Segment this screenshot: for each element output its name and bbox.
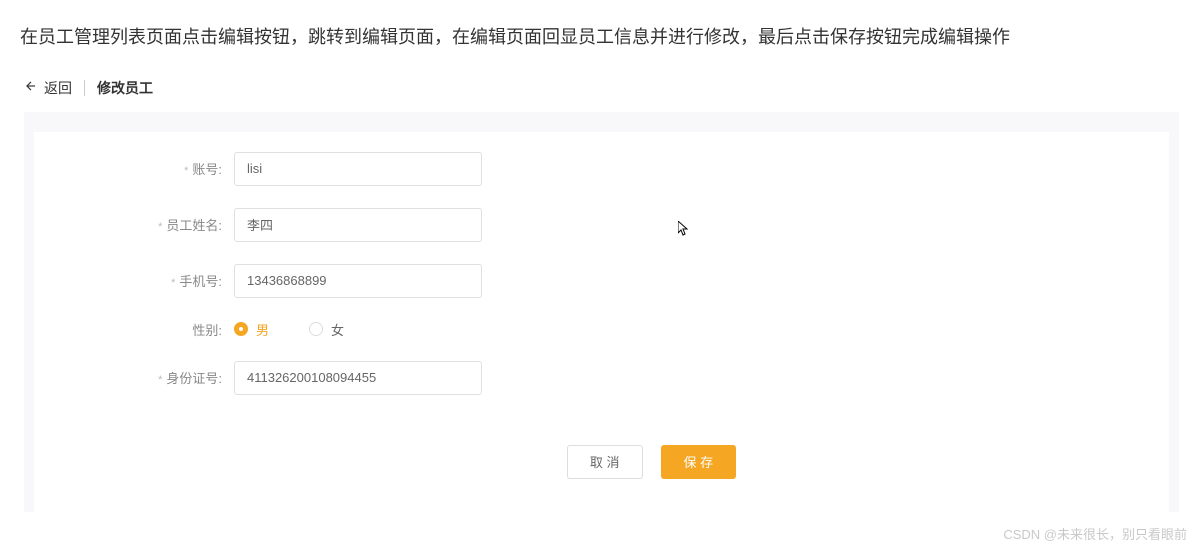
name-input[interactable] bbox=[234, 208, 482, 242]
form-row-gender: 性别: 男 女 bbox=[34, 320, 1169, 339]
page-title: 修改员工 bbox=[97, 78, 153, 98]
account-label: 账号: bbox=[34, 159, 234, 178]
form-row-idcard: 身份证号: bbox=[34, 361, 1169, 395]
form-row-name: 员工姓名: bbox=[34, 208, 1169, 242]
cancel-button[interactable]: 取 消 bbox=[567, 445, 643, 479]
radio-male-label: 男 bbox=[256, 320, 269, 339]
idcard-input[interactable] bbox=[234, 361, 482, 395]
watermark: CSDN @未来很长，别只看眼前 bbox=[1003, 524, 1187, 543]
description-text: 在员工管理列表页面点击编辑按钮，跳转到编辑页面，在编辑页面回显员工信息并进行修改… bbox=[0, 0, 1203, 68]
account-input[interactable] bbox=[234, 152, 482, 186]
divider bbox=[84, 80, 85, 96]
content-wrapper: 账号: 员工姓名: 手机号: 性别: 男 女 bbox=[24, 112, 1179, 512]
arrow-left-icon bbox=[24, 79, 38, 96]
form-row-phone: 手机号: bbox=[34, 264, 1169, 298]
radio-icon bbox=[309, 322, 323, 336]
phone-input[interactable] bbox=[234, 264, 482, 298]
radio-female-label: 女 bbox=[331, 320, 344, 339]
radio-icon bbox=[234, 322, 248, 336]
form-panel: 账号: 员工姓名: 手机号: 性别: 男 女 bbox=[34, 132, 1169, 512]
phone-label: 手机号: bbox=[34, 271, 234, 290]
name-label: 员工姓名: bbox=[34, 215, 234, 234]
header-bar: 返回 修改员工 bbox=[0, 68, 1203, 108]
radio-male[interactable]: 男 bbox=[234, 320, 269, 339]
radio-female[interactable]: 女 bbox=[309, 320, 344, 339]
gender-radio-group: 男 女 bbox=[234, 320, 482, 339]
form-row-account: 账号: bbox=[34, 152, 1169, 186]
save-button[interactable]: 保 存 bbox=[661, 445, 737, 479]
back-button[interactable]: 返回 bbox=[24, 78, 72, 98]
back-label: 返回 bbox=[44, 78, 72, 98]
button-row: 取 消 保 存 bbox=[34, 445, 1169, 479]
idcard-label: 身份证号: bbox=[34, 368, 234, 387]
gender-label: 性别: bbox=[34, 320, 234, 339]
